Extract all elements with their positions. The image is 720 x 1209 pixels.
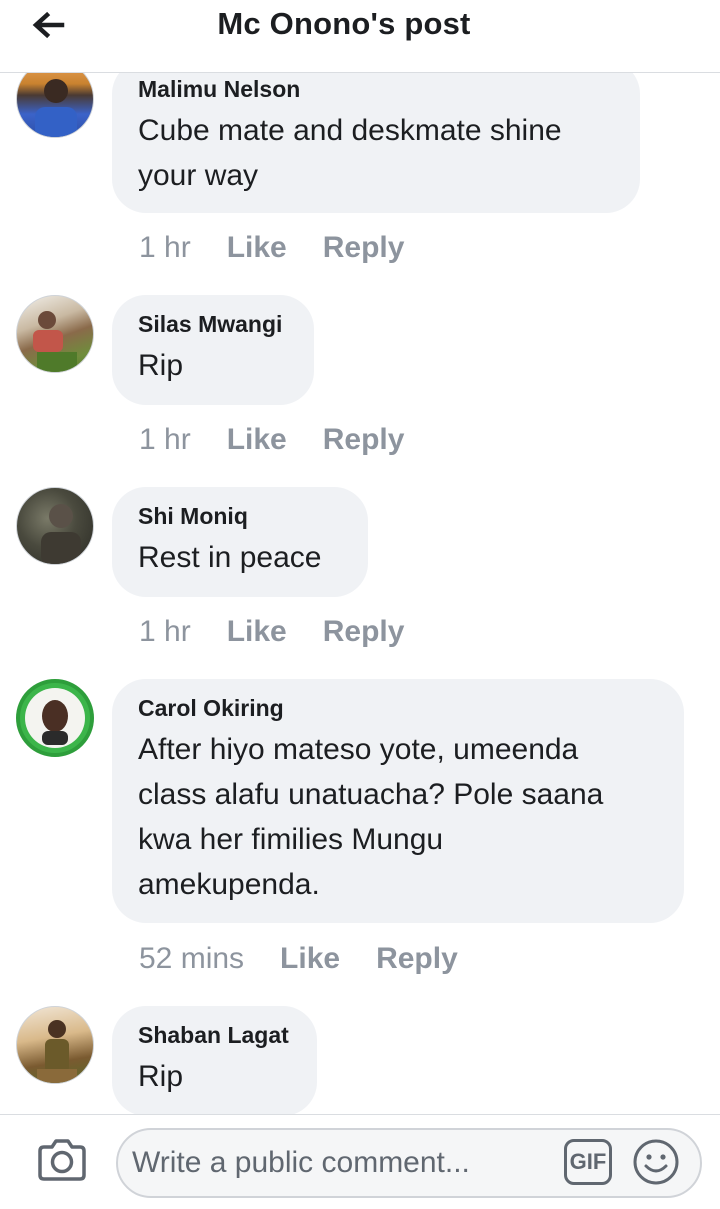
comment-text: Rest in peace: [138, 541, 322, 574]
like-button[interactable]: Like: [227, 423, 287, 456]
comment-composer: Write a public comment... GIF: [0, 1114, 720, 1209]
comment-actions: 1 hr Like Reply: [139, 228, 404, 268]
comment-author[interactable]: Shaban Lagat: [138, 1020, 291, 1050]
comment-author[interactable]: Carol Okiring: [138, 693, 658, 723]
comment-text: Rip: [138, 349, 184, 382]
comment-time: 1 hr: [139, 615, 191, 648]
top-bar: Mc Onono's post: [0, 0, 720, 73]
comment-bubble: Silas Mwangi Rip: [112, 295, 314, 405]
comment-actions: 1 hr Like Reply: [139, 420, 404, 460]
gif-button[interactable]: GIF: [564, 1139, 612, 1185]
avatar[interactable]: [16, 487, 94, 565]
reply-button[interactable]: Reply: [323, 231, 405, 264]
camera-icon[interactable]: [36, 1137, 88, 1183]
reply-button[interactable]: Reply: [376, 942, 458, 975]
page-title: Mc Onono's post: [217, 6, 471, 41]
comment-author[interactable]: Silas Mwangi: [138, 309, 288, 339]
comment-list: Malimu Nelson Cube mate and deskmate shi…: [0, 72, 720, 1114]
comment-text: Cube mate and deskmate shine your way: [138, 114, 562, 192]
comment-author[interactable]: Shi Moniq: [138, 501, 342, 531]
reply-button[interactable]: Reply: [323, 423, 405, 456]
like-button[interactable]: Like: [227, 231, 287, 264]
comment-input[interactable]: Write a public comment... GIF: [116, 1128, 702, 1198]
comment-input-placeholder: Write a public comment...: [132, 1146, 470, 1179]
comment-actions: 1 hr Like Reply: [139, 612, 404, 652]
comment-actions: 52 mins Like Reply: [139, 939, 458, 979]
comment-time: 52 mins: [139, 942, 245, 975]
reply-button[interactable]: Reply: [323, 615, 405, 648]
comment-text: After hiyo mateso yote, umeenda class al…: [138, 733, 604, 901]
avatar[interactable]: [16, 72, 94, 138]
comment-bubble: Shaban Lagat Rip: [112, 1006, 317, 1114]
comment-bubble: Carol Okiring After hiyo mateso yote, um…: [112, 679, 684, 923]
comment-time: 1 hr: [139, 231, 191, 264]
comment-bubble: Malimu Nelson Cube mate and deskmate shi…: [112, 72, 640, 213]
like-button[interactable]: Like: [280, 942, 340, 975]
avatar[interactable]: [16, 679, 94, 757]
avatar[interactable]: [16, 295, 94, 373]
avatar[interactable]: [16, 1006, 94, 1084]
comment-bubble: Shi Moniq Rest in peace: [112, 487, 368, 597]
comment-time: 1 hr: [139, 423, 191, 456]
like-button[interactable]: Like: [227, 615, 287, 648]
comment-text: Rip: [138, 1060, 184, 1093]
comment-author[interactable]: Malimu Nelson: [138, 74, 614, 104]
smiley-icon[interactable]: [632, 1138, 680, 1186]
